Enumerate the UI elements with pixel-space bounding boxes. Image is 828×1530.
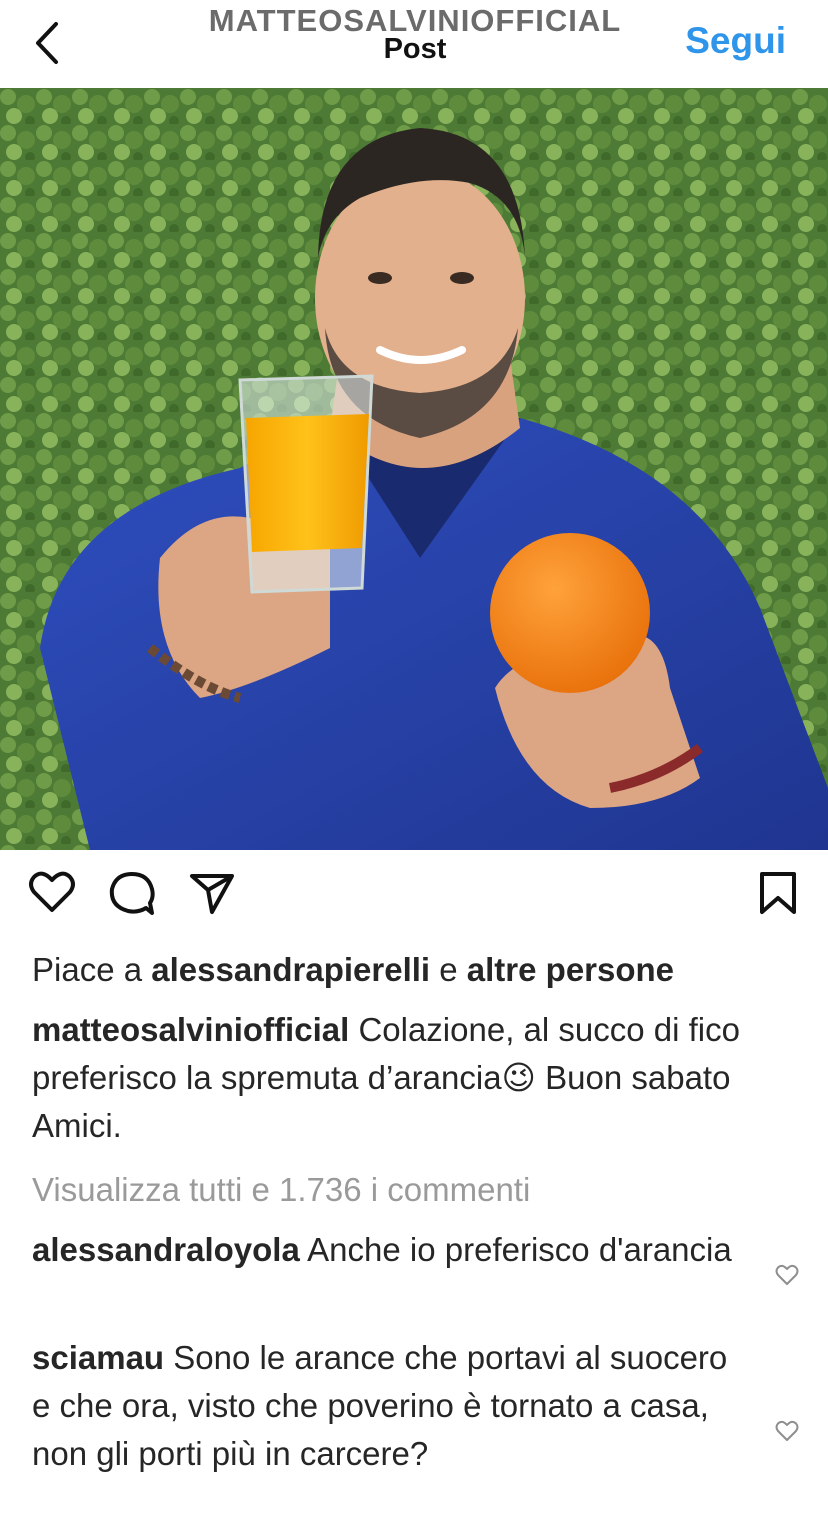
- follow-button[interactable]: Segui: [685, 20, 786, 62]
- comment-username[interactable]: sciamau: [32, 1339, 164, 1376]
- heart-icon: [775, 1264, 799, 1285]
- bookmark-icon: [760, 872, 796, 914]
- action-bar: [0, 866, 828, 930]
- chevron-left-icon: [36, 22, 58, 64]
- heart-icon: [29, 871, 75, 912]
- likes-others-link[interactable]: altre persone: [467, 951, 674, 988]
- comment-icon: [109, 872, 155, 915]
- caption-username[interactable]: matteosalviniofficial: [32, 1011, 349, 1048]
- like-button[interactable]: [26, 866, 78, 926]
- comment-text: Anche io preferisco d'arancia: [307, 1231, 732, 1268]
- top-bar: MATTEOSALVINIOFFICIAL Post Segui: [0, 0, 828, 88]
- heart-icon: [775, 1420, 799, 1441]
- caption: matteosalviniofficial Colazione, al succ…: [32, 1006, 792, 1150]
- likes-line: Piace a alessandrapierelli e altre perso…: [32, 946, 792, 994]
- likes-prefix: Piace a: [32, 951, 143, 988]
- post-image[interactable]: [0, 88, 828, 850]
- share-button[interactable]: [186, 866, 238, 926]
- comment-username[interactable]: alessandraloyola: [32, 1231, 300, 1268]
- save-button[interactable]: [752, 866, 804, 926]
- likes-joiner: e: [439, 951, 458, 988]
- comment-item: sciamau Sono le arance che portavi al su…: [32, 1334, 752, 1478]
- likes-user-link[interactable]: alessandrapierelli: [151, 951, 430, 988]
- header-subtitle: Post: [383, 33, 447, 65]
- comment-item: alessandraloyola Anche io preferisco d'a…: [32, 1226, 752, 1274]
- back-button[interactable]: [28, 18, 68, 68]
- comment-like-button[interactable]: [774, 1418, 800, 1444]
- comment-like-button[interactable]: [774, 1262, 800, 1288]
- view-all-comments-link[interactable]: Visualizza tutti e 1.736 i commenti: [32, 1166, 792, 1214]
- comment-button[interactable]: [106, 866, 158, 926]
- send-icon: [190, 874, 234, 914]
- header-titles: MATTEOSALVINIOFFICIAL Post: [160, 4, 670, 65]
